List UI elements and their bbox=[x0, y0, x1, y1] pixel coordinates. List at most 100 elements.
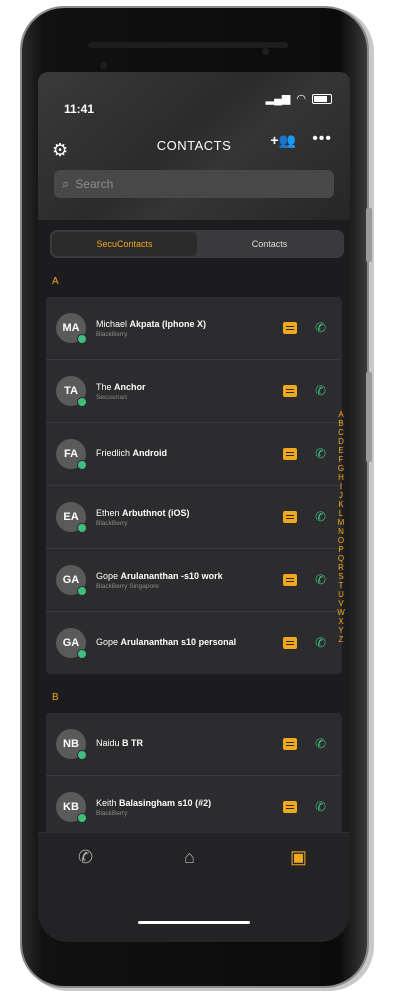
index-letter[interactable]: G bbox=[338, 464, 344, 473]
contact-last-name: Balasingham s10 (#2) bbox=[119, 797, 212, 808]
index-letter[interactable]: J bbox=[339, 491, 343, 500]
contact-last-name: Arbuthnot (iOS) bbox=[122, 507, 190, 518]
index-letter[interactable]: N bbox=[338, 527, 344, 536]
secure-badge-icon bbox=[77, 397, 87, 407]
avatar-initials: KB bbox=[63, 801, 79, 813]
tab-secucontacts[interactable]: SecuContacts bbox=[52, 232, 197, 256]
camera-dot bbox=[100, 62, 107, 69]
index-letter[interactable]: Q bbox=[338, 554, 344, 563]
secure-badge-icon bbox=[77, 460, 87, 470]
contact-row[interactable]: MA Michael Akpata (Iphone X) BlackBerry ✆ bbox=[46, 297, 342, 360]
message-icon[interactable] bbox=[283, 322, 298, 334]
index-letter[interactable]: D bbox=[338, 437, 344, 446]
contact-row[interactable]: KB Keith Balasingham s10 (#2) BlackBerry ✆ bbox=[46, 776, 342, 838]
contact-info: Gope Arulananthan -s10 work BlackBerry Si… bbox=[96, 571, 283, 590]
message-icon[interactable] bbox=[283, 637, 298, 649]
secure-badge-icon bbox=[77, 586, 87, 596]
index-letter[interactable]: C bbox=[338, 428, 344, 437]
message-icon[interactable] bbox=[283, 801, 298, 813]
index-letter[interactable]: V bbox=[338, 599, 343, 608]
index-letter[interactable]: Z bbox=[339, 635, 344, 644]
phone-icon[interactable]: ✆ bbox=[315, 635, 326, 651]
status-icons: ▂▄▆ ◠ bbox=[266, 92, 332, 105]
contact-first-name: Gope bbox=[96, 637, 119, 647]
index-letter[interactable]: X bbox=[338, 617, 343, 626]
contact-last-name: Arulananthan s10 personal bbox=[120, 637, 237, 647]
message-icon[interactable] bbox=[283, 385, 298, 397]
index-letter[interactable]: L bbox=[339, 509, 343, 518]
phone-icon[interactable]: ✆ bbox=[315, 446, 326, 462]
index-letter[interactable]: M bbox=[338, 518, 345, 527]
phone-icon[interactable]: ✆ bbox=[315, 383, 326, 399]
secure-badge-icon bbox=[77, 649, 87, 659]
search-input[interactable] bbox=[73, 176, 318, 192]
index-letter[interactable]: U bbox=[338, 590, 344, 599]
index-letter[interactable]: I bbox=[340, 482, 342, 491]
contact-name: Gope Arulananthan -s10 work bbox=[96, 571, 283, 581]
avatar-initials: FA bbox=[63, 448, 79, 460]
contact-company: BlackBerry bbox=[96, 330, 128, 338]
message-icon[interactable] bbox=[283, 448, 298, 460]
alphabet-index[interactable]: ABCDEFGHIJKLMNOPQRSTUVWXYZ bbox=[334, 410, 348, 644]
side-button bbox=[366, 372, 372, 462]
contact-row[interactable]: GA Gope Arulananthan -s10 work BlackBerry … bbox=[46, 549, 342, 612]
phone-icon[interactable]: ✆ bbox=[315, 320, 326, 336]
header: 11:41 ▂▄▆ ◠ ⚙ CONTACTS +👥 ••• ⌕ bbox=[38, 72, 350, 220]
message-icon[interactable] bbox=[283, 511, 298, 523]
segment-control: SecuContacts Contacts bbox=[50, 230, 344, 258]
contact-row[interactable]: FA Friedlich Android ✆ bbox=[46, 423, 342, 486]
contact-first-name: Naidu bbox=[96, 738, 120, 748]
section-header: B bbox=[52, 692, 59, 703]
index-letter[interactable]: O bbox=[338, 536, 344, 545]
phone-icon[interactable]: ✆ bbox=[315, 509, 326, 525]
wifi-icon: ◠ bbox=[296, 93, 306, 105]
index-letter[interactable]: S bbox=[338, 572, 343, 581]
index-letter[interactable]: B bbox=[338, 419, 343, 428]
secure-badge-icon bbox=[77, 334, 87, 344]
page-title: CONTACTS bbox=[156, 138, 232, 153]
contact-last-name: Akpata (Iphone X) bbox=[129, 318, 207, 329]
index-letter[interactable]: H bbox=[338, 473, 344, 482]
index-letter[interactable]: Y bbox=[338, 626, 343, 635]
phone-icon[interactable]: ✆ bbox=[78, 847, 93, 868]
more-icon[interactable]: ••• bbox=[312, 130, 332, 148]
message-icon[interactable] bbox=[283, 574, 298, 586]
avatar: FA bbox=[56, 439, 87, 470]
contact-company: BlackBerry bbox=[96, 809, 128, 817]
avatar-initials: NB bbox=[63, 738, 79, 750]
phone-icon[interactable]: ✆ bbox=[315, 736, 326, 752]
index-letter[interactable]: A bbox=[338, 410, 343, 419]
avatar: TA bbox=[56, 376, 87, 407]
index-letter[interactable]: R bbox=[338, 563, 344, 572]
phone-icon[interactable]: ✆ bbox=[315, 572, 326, 588]
secure-badge-icon bbox=[77, 523, 87, 533]
contact-first-name: Friedlich bbox=[96, 448, 131, 458]
volume-button bbox=[366, 208, 372, 262]
contact-info: Friedlich Android bbox=[96, 448, 283, 460]
search-bar[interactable]: ⌕ bbox=[54, 170, 334, 198]
tab-contacts[interactable]: Contacts bbox=[197, 232, 342, 256]
contact-row[interactable]: EA Ethen Arbuthnot (iOS) BlackBerry ✆ bbox=[46, 486, 342, 549]
index-letter[interactable]: P bbox=[338, 545, 343, 554]
index-letter[interactable]: K bbox=[338, 500, 343, 509]
index-letter[interactable]: F bbox=[339, 455, 344, 464]
contact-first-name: Keith bbox=[96, 797, 117, 808]
contact-row[interactable]: NB Naidu B TR ✆ bbox=[46, 713, 342, 776]
battery-icon bbox=[312, 93, 332, 104]
index-letter[interactable]: E bbox=[338, 446, 343, 455]
index-letter[interactable]: T bbox=[339, 581, 344, 590]
contact-name: Ethen Arbuthnot (iOS) bbox=[96, 508, 283, 518]
contact-row[interactable]: TA The Anchor Secusmart ✆ bbox=[46, 360, 342, 423]
home-icon[interactable]: ⌂ bbox=[184, 847, 195, 868]
contacts-icon[interactable]: ▣ bbox=[290, 847, 307, 868]
contact-company: BlackBerry bbox=[96, 519, 128, 527]
contact-info: Ethen Arbuthnot (iOS) BlackBerry bbox=[96, 508, 283, 527]
index-letter[interactable]: W bbox=[337, 608, 345, 617]
add-contact-icon[interactable]: +👥 bbox=[270, 132, 296, 149]
signal-icon: ▂▄▆ bbox=[265, 93, 291, 105]
contact-name: Friedlich Android bbox=[96, 448, 283, 458]
contact-name: Michael Akpata (Iphone X) bbox=[96, 319, 283, 329]
message-icon[interactable] bbox=[283, 738, 298, 750]
contact-row[interactable]: GA Gope Arulananthan s10 personal ✆ bbox=[46, 612, 342, 674]
phone-icon[interactable]: ✆ bbox=[315, 799, 326, 815]
